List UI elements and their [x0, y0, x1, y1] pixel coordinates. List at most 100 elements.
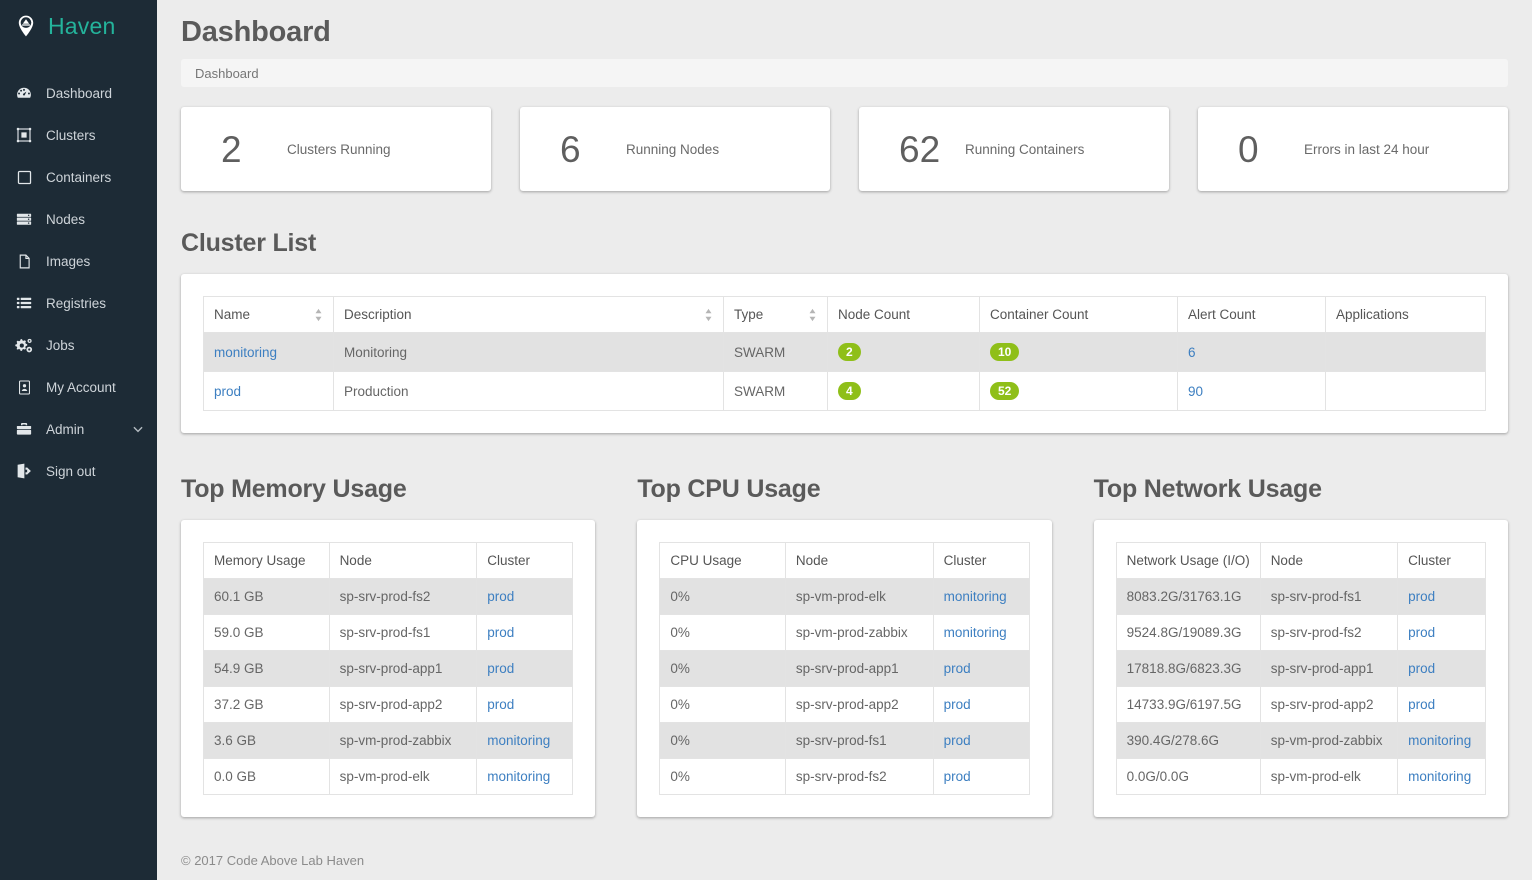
column-header-type[interactable]: Type: [724, 297, 828, 333]
cluster-list-title: Cluster List: [181, 229, 1508, 258]
table-row: 14733.9G/6197.5G sp-srv-prod-app2 prod: [1116, 687, 1485, 723]
stat-card-clusters-running[interactable]: 2 Clusters Running: [181, 107, 491, 191]
sidebar-item-admin[interactable]: Admin: [0, 408, 157, 450]
cluster-link[interactable]: monitoring: [944, 589, 1007, 604]
table-row: 17818.8G/6823.3G sp-srv-prod-app1 prod: [1116, 651, 1485, 687]
sidebar-item-dashboard[interactable]: Dashboard: [0, 72, 157, 114]
cluster-link[interactable]: monitoring: [487, 733, 550, 748]
sidebar-item-containers[interactable]: Containers: [0, 156, 157, 198]
sidebar-item-label: Dashboard: [46, 86, 145, 101]
column-header-name[interactable]: Name: [204, 297, 334, 333]
cell-usage: 0%: [660, 651, 786, 687]
sidebar-item-clusters[interactable]: Clusters: [0, 114, 157, 156]
cluster-link[interactable]: prod: [487, 625, 514, 640]
cluster-list-body: monitoring Monitoring SWARM 2 10 6 prod …: [204, 333, 1486, 411]
cluster-link[interactable]: monitoring: [944, 625, 1007, 640]
table-header-row: Memory Usage Node Cluster: [204, 543, 573, 579]
sidebar-item-label: Jobs: [46, 338, 145, 353]
chevron-down-icon[interactable]: [131, 422, 145, 436]
table-header-row: CPU Usage Node Cluster: [660, 543, 1029, 579]
table-row: 0% sp-srv-prod-app2 prod: [660, 687, 1029, 723]
table-row: 0.0 GB sp-vm-prod-elk monitoring: [204, 759, 573, 795]
cell-node: sp-vm-prod-elk: [1260, 759, 1397, 795]
cluster-link[interactable]: prod: [1408, 697, 1435, 712]
cell-node: sp-srv-prod-fs2: [785, 759, 933, 795]
table-header-row: Network Usage (I/O) Node Cluster: [1116, 543, 1485, 579]
cell-cluster: monitoring: [477, 723, 573, 759]
column-label: Applications: [1336, 307, 1409, 322]
cluster-link[interactable]: monitoring: [487, 769, 550, 784]
stat-label: Clusters Running: [287, 142, 391, 157]
brand-name: Haven: [48, 15, 115, 38]
cluster-link[interactable]: monitoring: [1408, 769, 1471, 784]
column-header-description[interactable]: Description: [334, 297, 724, 333]
memory-usage-panel: Memory Usage Node Cluster 60.1 GB sp-srv…: [181, 520, 595, 817]
stat-card-running-containers[interactable]: 62 Running Containers: [859, 107, 1169, 191]
sort-icon[interactable]: [314, 308, 323, 322]
alert-count-link[interactable]: 90: [1188, 384, 1203, 399]
cluster-link[interactable]: prod: [944, 697, 971, 712]
sidebar-item-my-account[interactable]: My Account: [0, 366, 157, 408]
column-header-alert-count: Alert Count: [1178, 297, 1326, 333]
cluster-link[interactable]: prod: [944, 661, 971, 676]
cluster-link[interactable]: prod: [487, 661, 514, 676]
container-count-badge: 52: [990, 382, 1019, 400]
alert-count-link[interactable]: 6: [1188, 345, 1196, 360]
stat-label: Errors in last 24 hour: [1304, 142, 1429, 157]
sidebar-item-nodes[interactable]: Nodes: [0, 198, 157, 240]
cell-usage: 0%: [660, 723, 786, 759]
sidebar-item-registries[interactable]: Registries: [0, 282, 157, 324]
cell-node: sp-srv-prod-app2: [329, 687, 477, 723]
sidebar-item-label: Sign out: [46, 464, 145, 479]
stat-cards: 2 Clusters Running 6 Running Nodes 62 Ru…: [181, 107, 1508, 191]
cell-container-count: 10: [980, 333, 1178, 372]
cell-usage: 14733.9G/6197.5G: [1116, 687, 1260, 723]
cell-type: SWARM: [724, 372, 828, 411]
brand[interactable]: Haven: [0, 0, 157, 52]
cluster-link[interactable]: prod: [944, 733, 971, 748]
sidebar: Haven Dashboard: [0, 0, 157, 880]
cpu-usage-column: Top CPU Usage CPU Usage Node Cluster 0% …: [637, 437, 1051, 817]
cell-cluster: prod: [1398, 615, 1486, 651]
column-header-network-usage: Network Usage (I/O): [1116, 543, 1260, 579]
cell-cluster: prod: [933, 723, 1029, 759]
stat-card-running-nodes[interactable]: 6 Running Nodes: [520, 107, 830, 191]
cell-cluster: monitoring: [1398, 759, 1486, 795]
sort-icon[interactable]: [704, 308, 713, 322]
cluster-link[interactable]: monitoring: [1408, 733, 1471, 748]
cell-cluster: prod: [933, 687, 1029, 723]
sidebar-item-images[interactable]: Images: [0, 240, 157, 282]
network-usage-title: Top Network Usage: [1094, 475, 1508, 504]
cluster-link[interactable]: prod: [487, 589, 514, 604]
cluster-link[interactable]: prod: [214, 384, 241, 399]
column-label: Container Count: [990, 307, 1088, 322]
sign-out-icon: [14, 461, 34, 481]
table-header-row: Name Description Type: [204, 297, 1486, 333]
cluster-link[interactable]: prod: [1408, 625, 1435, 640]
column-header-container-count: Container Count: [980, 297, 1178, 333]
table-row: prod Production SWARM 4 52 90: [204, 372, 1486, 411]
cell-node: sp-vm-prod-elk: [329, 759, 477, 795]
cluster-link[interactable]: prod: [944, 769, 971, 784]
sort-icon[interactable]: [808, 308, 817, 322]
cluster-link[interactable]: prod: [1408, 589, 1435, 604]
sidebar-item-jobs[interactable]: Jobs: [0, 324, 157, 366]
cell-usage: 54.9 GB: [204, 651, 330, 687]
sidebar-item-sign-out[interactable]: Sign out: [0, 450, 157, 492]
cell-cluster: prod: [933, 651, 1029, 687]
cell-cluster: prod: [1398, 651, 1486, 687]
column-header-cluster: Cluster: [477, 543, 573, 579]
briefcase-icon: [14, 419, 34, 439]
stat-card-errors-24h[interactable]: 0 Errors in last 24 hour: [1198, 107, 1508, 191]
cell-cluster: prod: [477, 579, 573, 615]
cell-node: sp-vm-prod-elk: [785, 579, 933, 615]
cell-node: sp-vm-prod-zabbix: [785, 615, 933, 651]
cluster-list-panel: Name Description Type: [181, 274, 1508, 433]
table-row: 60.1 GB sp-srv-prod-fs2 prod: [204, 579, 573, 615]
memory-usage-table: Memory Usage Node Cluster 60.1 GB sp-srv…: [203, 542, 573, 795]
cluster-link[interactable]: prod: [487, 697, 514, 712]
column-header-node-count: Node Count: [828, 297, 980, 333]
cluster-link[interactable]: monitoring: [214, 345, 277, 360]
cluster-link[interactable]: prod: [1408, 661, 1435, 676]
table-row: 9524.8G/19089.3G sp-srv-prod-fs2 prod: [1116, 615, 1485, 651]
